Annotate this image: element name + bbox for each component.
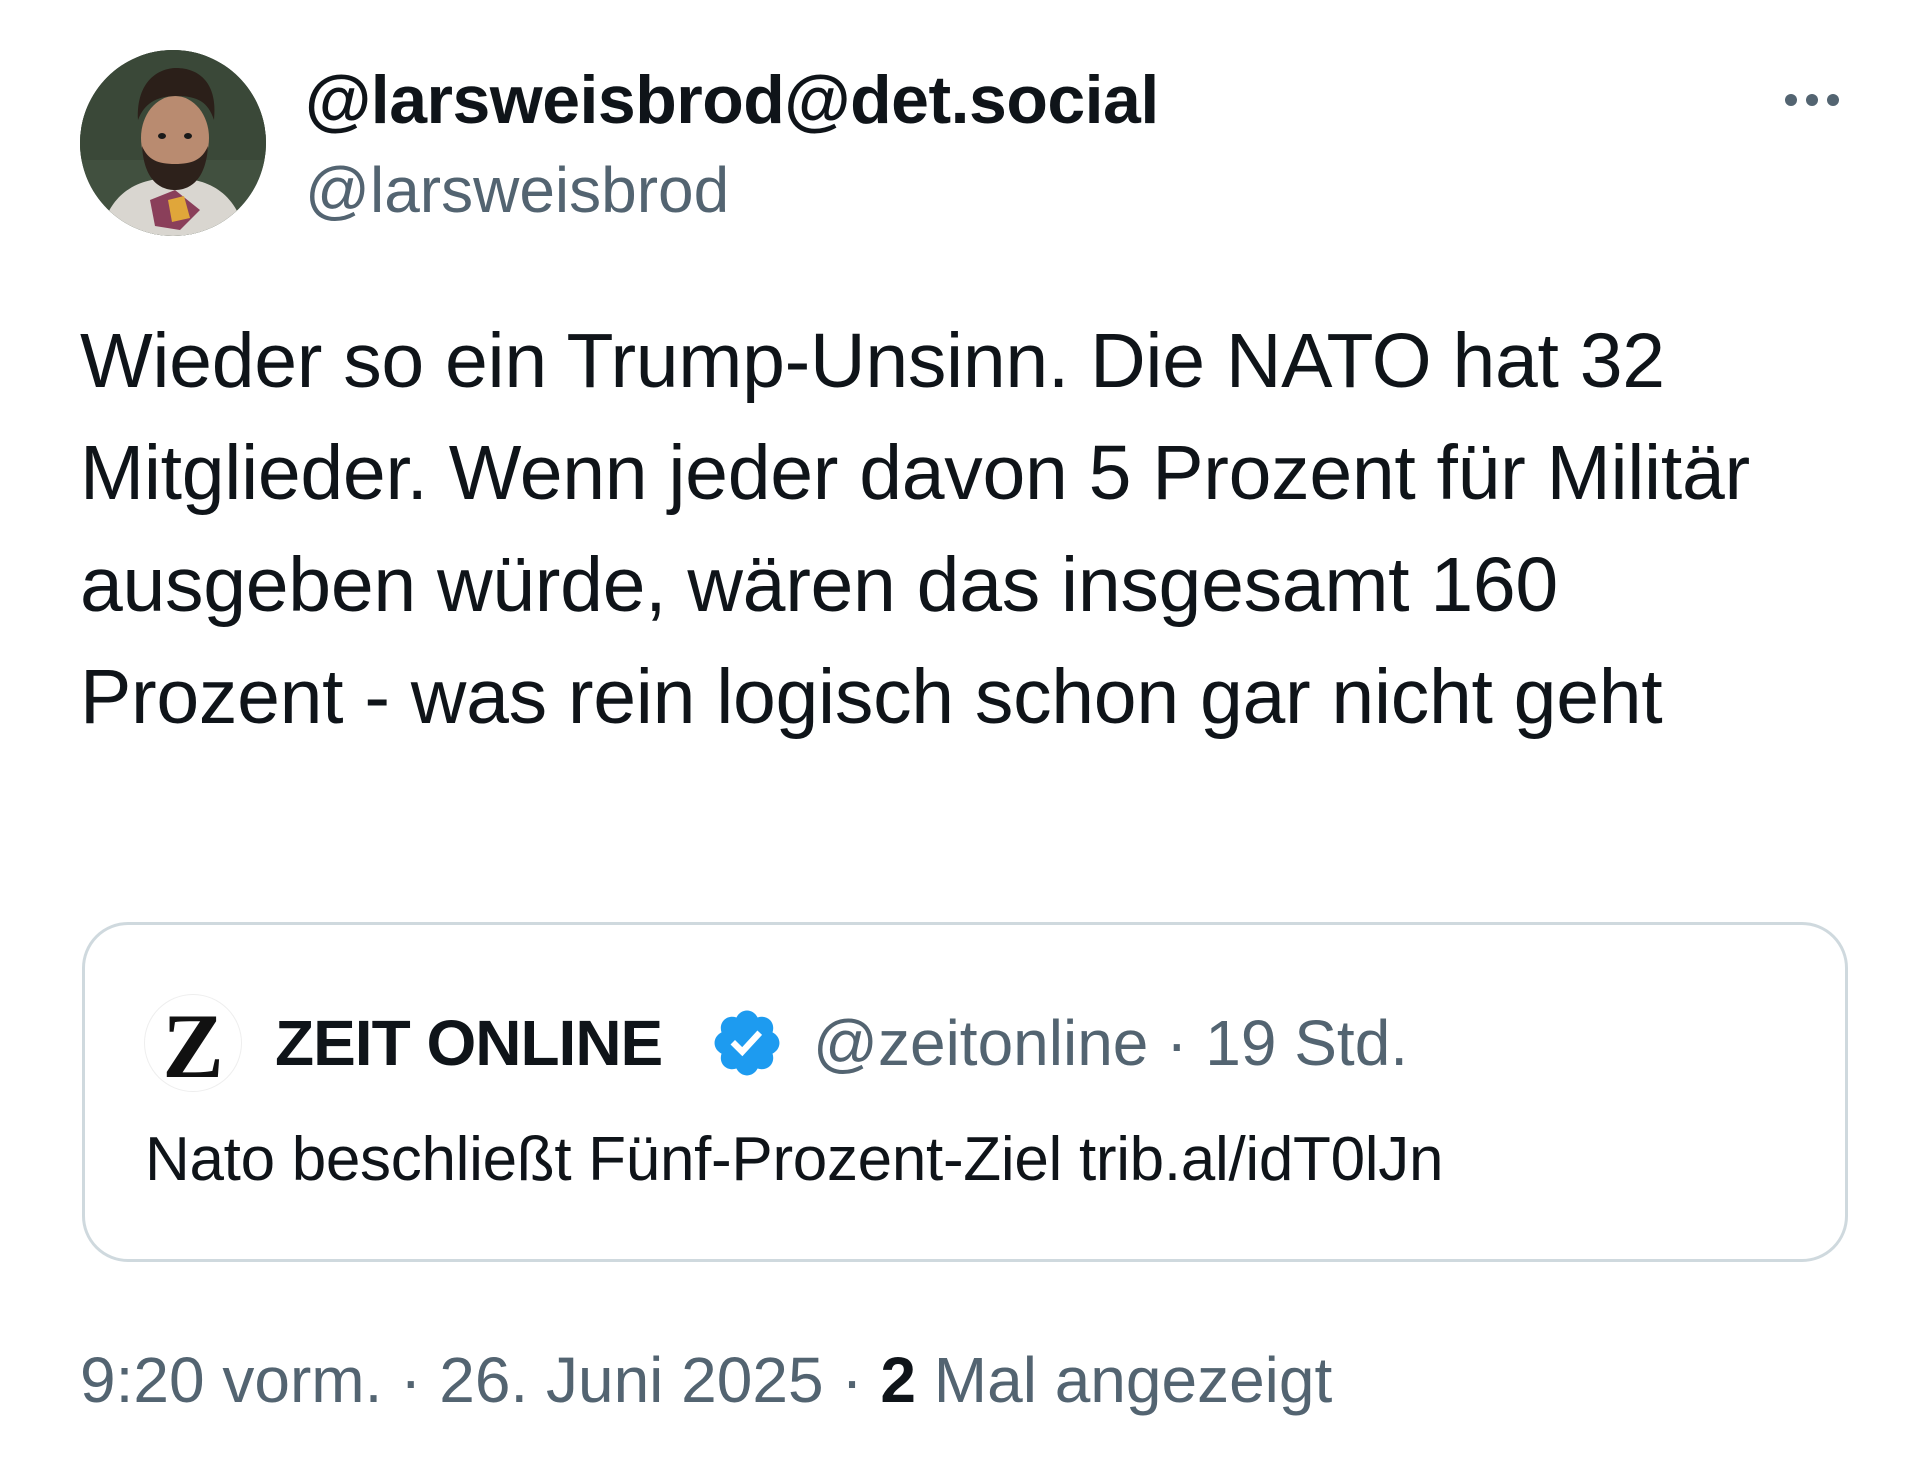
person-avatar-icon xyxy=(80,50,266,236)
quote-separator: · xyxy=(1166,1007,1188,1079)
verified-badge-icon xyxy=(714,1010,780,1076)
zeit-logo-avatar[interactable]: Z xyxy=(145,995,241,1097)
more-dot xyxy=(1827,94,1839,106)
quote-meta: @zeitonline · 19 Std. xyxy=(813,1003,1408,1083)
tweet-text: Wieder so ein Trump-Unsinn. Die NATO hat… xyxy=(80,318,1750,740)
tweet-date[interactable]: 26. Juni 2025 xyxy=(439,1344,823,1416)
tweet-footer: 9:20 vorm. · 26. Juni 2025 · 2 Mal angez… xyxy=(80,1340,1332,1420)
more-options-button[interactable] xyxy=(1762,70,1862,130)
footer-separator: · xyxy=(841,1344,863,1416)
quoted-tweet-card[interactable]: Z ZEIT ONLINE @zeitonline · 19 Std. Nato… xyxy=(82,922,1848,1262)
tweet: @larsweisbrod@det.social @larsweisbrod W… xyxy=(0,0,1920,1462)
author-display-name[interactable]: @larsweisbrod@det.social xyxy=(305,58,1159,142)
more-horizontal-icon xyxy=(1785,94,1797,106)
quote-time[interactable]: 19 Std. xyxy=(1205,1007,1408,1079)
quote-handle[interactable]: @zeitonline xyxy=(813,1007,1148,1079)
more-dot xyxy=(1806,94,1818,106)
quote-text: Nato beschließt Fünf-Prozent-Ziel trib.a… xyxy=(145,1125,1444,1194)
views-count: 2 xyxy=(880,1344,916,1416)
zeit-logo-letter: Z xyxy=(162,995,224,1097)
author-handle[interactable]: @larsweisbrod xyxy=(305,150,729,230)
views-label: Mal angezeigt xyxy=(933,1344,1333,1416)
quote-author-name[interactable]: ZEIT ONLINE xyxy=(275,1003,663,1083)
tweet-time[interactable]: 9:20 vorm. xyxy=(80,1344,382,1416)
avatar[interactable] xyxy=(80,50,266,236)
footer-separator: · xyxy=(400,1344,422,1416)
